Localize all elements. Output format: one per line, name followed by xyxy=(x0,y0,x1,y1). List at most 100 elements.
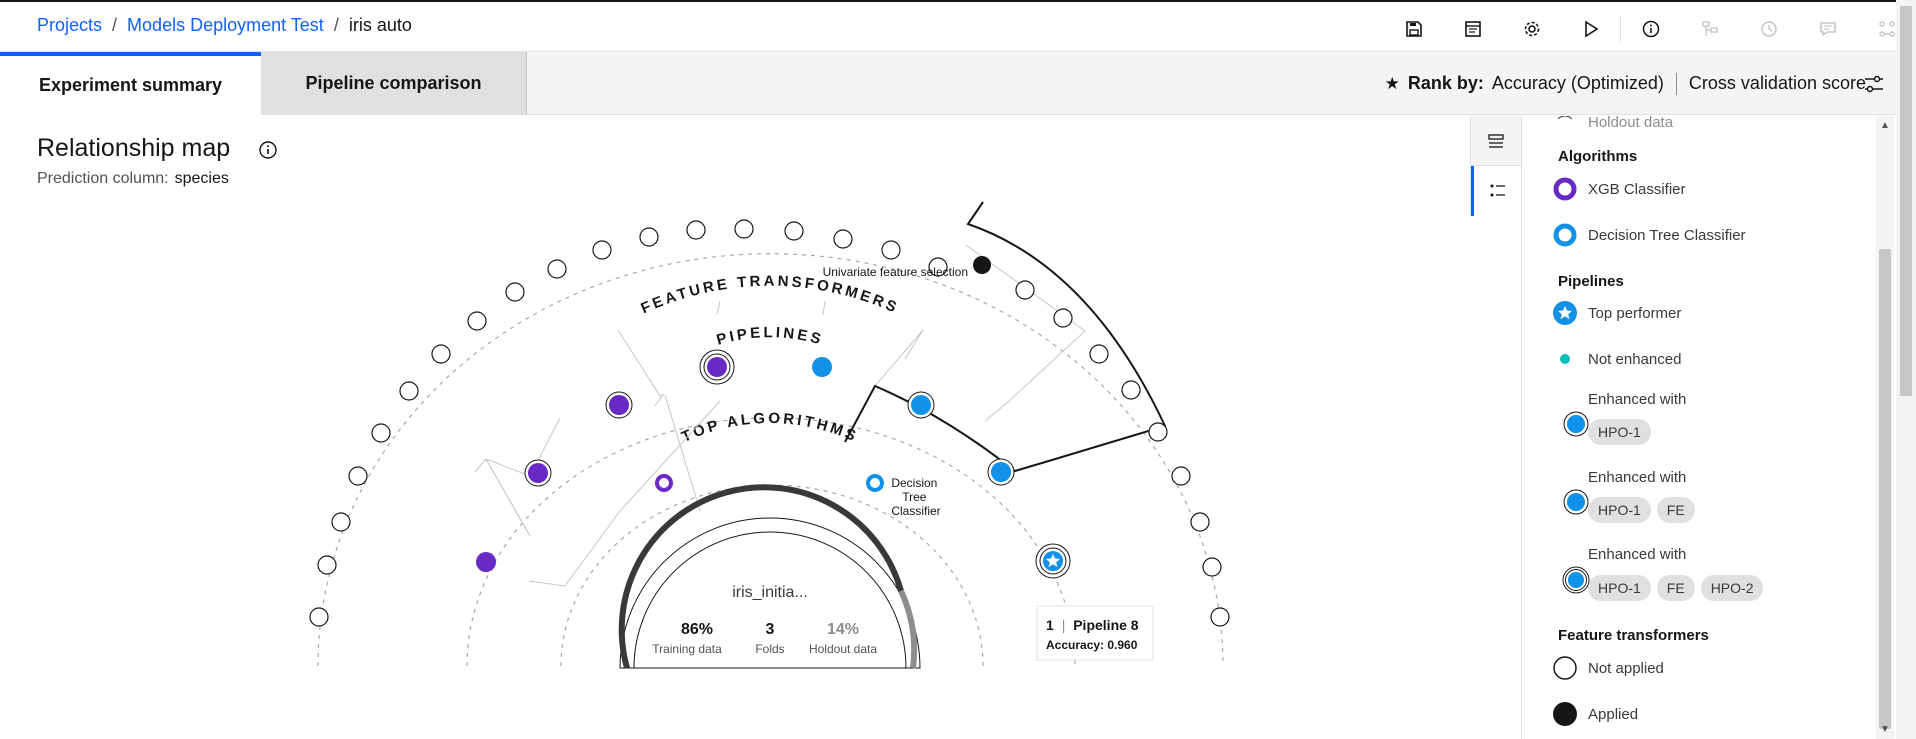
holdout-icon: ⌒ xyxy=(1557,116,1573,132)
comment-button[interactable] xyxy=(1798,16,1857,42)
pipeline-node[interactable] xyxy=(707,357,727,377)
pipeline-button[interactable] xyxy=(1680,16,1739,42)
stat-holdout-value: 14% xyxy=(827,621,859,638)
ft-node[interactable] xyxy=(1053,308,1073,328)
relationship-map-area: Relationship map Prediction column: speci… xyxy=(0,116,1470,739)
breadcrumb: Projects / Models Deployment Test / iris… xyxy=(37,15,412,36)
pipeline-node[interactable] xyxy=(609,395,629,415)
sliders-icon[interactable] xyxy=(1862,72,1886,96)
notebook-button[interactable] xyxy=(1443,16,1502,42)
ft-node[interactable] xyxy=(431,344,451,364)
ft-node[interactable] xyxy=(686,220,706,240)
ring-label-pipelines: PIPELINES xyxy=(715,324,826,348)
bullet-list-icon xyxy=(1490,184,1505,197)
comment-icon xyxy=(1819,22,1836,37)
ft-node[interactable] xyxy=(784,221,804,241)
ft-node[interactable] xyxy=(1190,512,1210,532)
top-header: Projects / Models Deployment Test / iris… xyxy=(0,0,1916,52)
info-icon xyxy=(1642,20,1659,38)
legend-pipelines-heading: Pipelines xyxy=(1558,273,1624,290)
enhanced-hpo1-fe-hpo2-icon xyxy=(1562,566,1590,594)
legend-holdout-partial: ⌒ Holdout data xyxy=(1552,116,1673,135)
stat-folds-label: Folds xyxy=(755,642,784,656)
settings-button[interactable] xyxy=(1502,16,1561,42)
ft-node[interactable] xyxy=(1202,557,1222,577)
page-scrollbar[interactable] xyxy=(1896,0,1916,739)
ft-node[interactable] xyxy=(639,227,659,247)
history-button[interactable] xyxy=(1739,16,1798,42)
legend-top-performer-label: Top performer xyxy=(1588,304,1682,322)
tabs-row: Experiment summary Pipeline comparison ★… xyxy=(0,52,1916,115)
pipeline-node[interactable] xyxy=(911,395,931,415)
info-button[interactable] xyxy=(1621,16,1680,42)
tab-experiment-summary[interactable]: Experiment summary xyxy=(0,52,261,115)
legend-scroll-thumb[interactable] xyxy=(1879,249,1891,729)
enhanced-hpo1-icon xyxy=(1563,411,1589,437)
dataset-name: iris_initia... xyxy=(732,584,808,601)
ft-node[interactable] xyxy=(1089,344,1109,364)
pipeline-node[interactable] xyxy=(476,552,496,572)
ft-node[interactable] xyxy=(371,423,391,443)
ft-node[interactable] xyxy=(1121,380,1141,400)
algorithm-node-dt[interactable] xyxy=(866,474,884,492)
ft-node[interactable] xyxy=(833,229,853,249)
feature-selection-label: Univariate feature selection xyxy=(823,265,968,279)
ft-node[interactable] xyxy=(547,259,567,279)
legend-tags: HPO-1 FE HPO-2 xyxy=(1588,575,1764,601)
breadcrumb-project-link[interactable]: Models Deployment Test xyxy=(127,15,324,36)
ft-node[interactable] xyxy=(881,240,901,260)
run-button[interactable] xyxy=(1561,16,1620,42)
ft-node[interactable] xyxy=(317,555,337,575)
relationship-map-chart: FEATURE TRANSFORMERS PIPELINES TOP ALGOR… xyxy=(309,201,1230,669)
ft-node[interactable] xyxy=(592,240,612,260)
tag-fe: FE xyxy=(1656,575,1695,601)
stat-training-label: Training data xyxy=(652,642,722,656)
ft-node[interactable] xyxy=(1148,422,1168,442)
page-scroll-thumb[interactable] xyxy=(1900,6,1912,396)
breadcrumb-projects-link[interactable]: Projects xyxy=(37,15,102,36)
ft-node[interactable] xyxy=(734,219,754,239)
legend-view-button[interactable] xyxy=(1471,166,1521,216)
tooltip-separator: | xyxy=(1062,617,1066,633)
legend-algorithms-heading: Algorithms xyxy=(1558,148,1638,165)
ft-node[interactable] xyxy=(1171,466,1191,486)
tag-hpo1: HPO-1 xyxy=(1588,419,1651,445)
ft-node[interactable] xyxy=(1015,280,1035,300)
ft-node[interactable] xyxy=(309,607,329,627)
breadcrumb-current: iris auto xyxy=(348,15,412,35)
scroll-down-icon[interactable]: ▼ xyxy=(1880,724,1890,735)
pipeline-node[interactable] xyxy=(528,463,548,483)
legend-feature-heading: Feature transformers xyxy=(1558,627,1709,644)
compare-icon xyxy=(1878,21,1895,37)
legend-xgb-label: XGB Classifier xyxy=(1588,180,1686,198)
algorithm-node-xgb[interactable] xyxy=(655,474,673,492)
scroll-up-icon[interactable]: ▲ xyxy=(1880,120,1890,131)
legend-enhanced-label: Enhanced with xyxy=(1588,469,1687,486)
rank-by-score: Cross validation score xyxy=(1688,73,1866,93)
tab-pipeline-comparison[interactable]: Pipeline comparison xyxy=(261,52,527,115)
legend-item-dt: Decision Tree Classifier xyxy=(1552,222,1746,248)
ft-node[interactable] xyxy=(505,282,525,302)
ft-node-applied[interactable] xyxy=(973,256,991,274)
ft-node[interactable] xyxy=(399,381,419,401)
legend-item-not-enhanced: Not enhanced xyxy=(1552,346,1681,372)
list-view-button[interactable] xyxy=(1471,116,1521,166)
pipeline-node[interactable] xyxy=(812,357,832,377)
top-performer-icon xyxy=(1553,301,1577,325)
pipeline-tooltip: 1 | Pipeline 8 Accuracy: 0.960 xyxy=(1036,605,1154,661)
save-icon xyxy=(1405,21,1422,37)
ft-node[interactable] xyxy=(348,466,368,486)
ft-node[interactable] xyxy=(331,512,351,532)
ft-node[interactable] xyxy=(1210,607,1230,627)
tag-hpo1: HPO-1 xyxy=(1588,575,1651,601)
pipeline-node[interactable] xyxy=(991,462,1011,482)
save-button[interactable] xyxy=(1384,16,1443,42)
tooltip-name: Pipeline 8 xyxy=(1073,617,1139,633)
tooltip-rank: 1 xyxy=(1046,617,1054,633)
legend-scrollbar[interactable]: ▲ ▼ xyxy=(1876,116,1894,739)
applied-icon xyxy=(1553,702,1577,726)
rank-by-selector[interactable]: ★ Rank by: Accuracy (Optimized) Cross va… xyxy=(1385,52,1866,115)
ft-node[interactable] xyxy=(467,311,487,331)
rank-by-divider xyxy=(1675,72,1677,95)
tag-fe: FE xyxy=(1656,497,1695,523)
